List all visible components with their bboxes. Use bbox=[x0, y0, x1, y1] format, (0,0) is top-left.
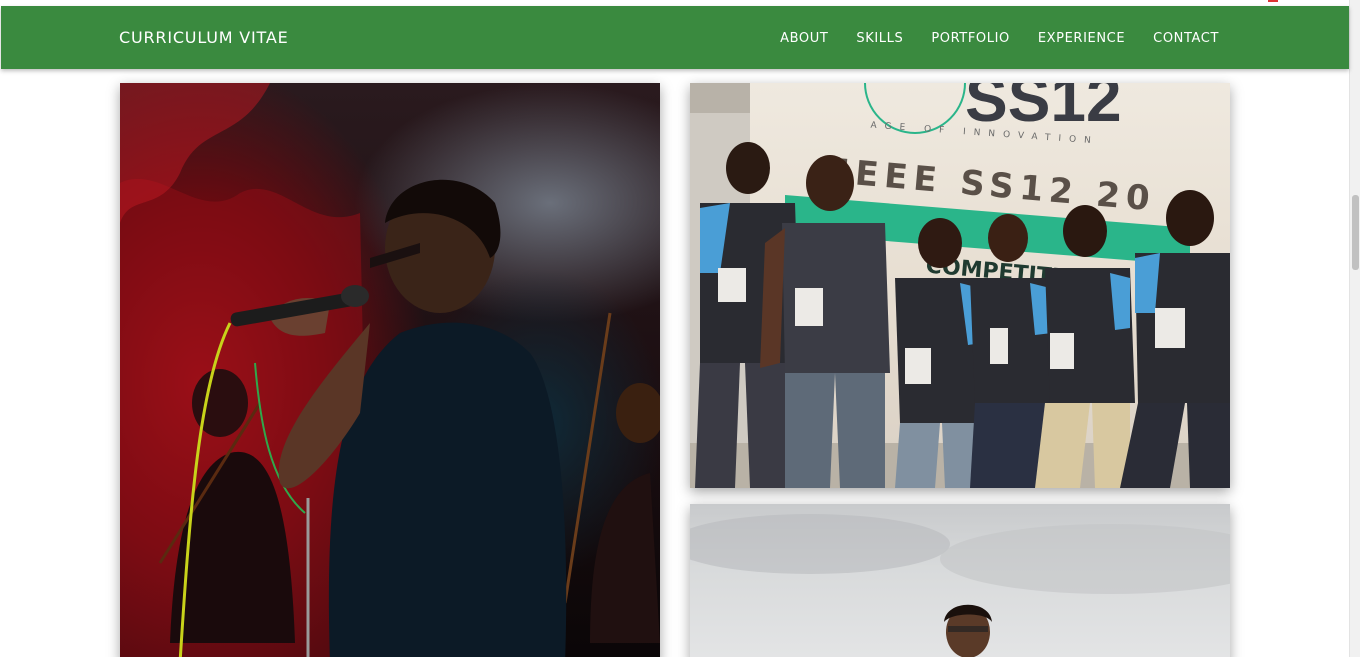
singer-photo[interactable] bbox=[120, 83, 660, 657]
red-indicator bbox=[1268, 0, 1278, 2]
nav-item-about: ABOUT bbox=[780, 29, 828, 47]
nav-link-about[interactable]: ABOUT bbox=[780, 31, 828, 46]
nav-item-experience: EXPERIENCE bbox=[1038, 29, 1125, 47]
nav-link-experience[interactable]: EXPERIENCE bbox=[1038, 31, 1125, 46]
nav-item-skills: SKILLS bbox=[856, 29, 903, 47]
nav-item-portfolio: PORTFOLIO bbox=[931, 29, 1010, 47]
navbar: CURRICULUM VITAE ABOUT SKILLS PORTFOLIO … bbox=[1, 6, 1349, 69]
scroll-thumb[interactable] bbox=[1352, 195, 1359, 270]
page: CURRICULUM VITAE ABOUT SKILLS PORTFOLIO … bbox=[0, 0, 1360, 657]
outdoor-photo[interactable] bbox=[690, 504, 1230, 657]
group-photo[interactable]: SS12 AGE OF INNOVATION IEEE SS12 20 COMP… bbox=[690, 83, 1230, 488]
scroll-up-arrow[interactable] bbox=[1350, 0, 1360, 8]
singer-photo-illustration bbox=[120, 83, 660, 657]
nav-link-contact[interactable]: CONTACT bbox=[1153, 31, 1219, 46]
outdoor-photo-illustration bbox=[690, 514, 1230, 657]
scroll-down-arrow[interactable] bbox=[1350, 649, 1360, 657]
nav-link-skills[interactable]: SKILLS bbox=[856, 31, 903, 46]
group-photo-illustration: SS12 AGE OF INNOVATION IEEE SS12 20 COMP… bbox=[690, 83, 1230, 488]
nav-link-portfolio[interactable]: PORTFOLIO bbox=[931, 31, 1010, 46]
brand-link[interactable]: CURRICULUM VITAE bbox=[119, 28, 289, 47]
vertical-scrollbar[interactable] bbox=[1349, 0, 1360, 657]
nav-menu: ABOUT SKILLS PORTFOLIO EXPERIENCE CONTAC… bbox=[780, 29, 1219, 47]
nav-item-contact: CONTACT bbox=[1153, 29, 1219, 47]
banner-logo-text: SS12 bbox=[965, 83, 1122, 135]
